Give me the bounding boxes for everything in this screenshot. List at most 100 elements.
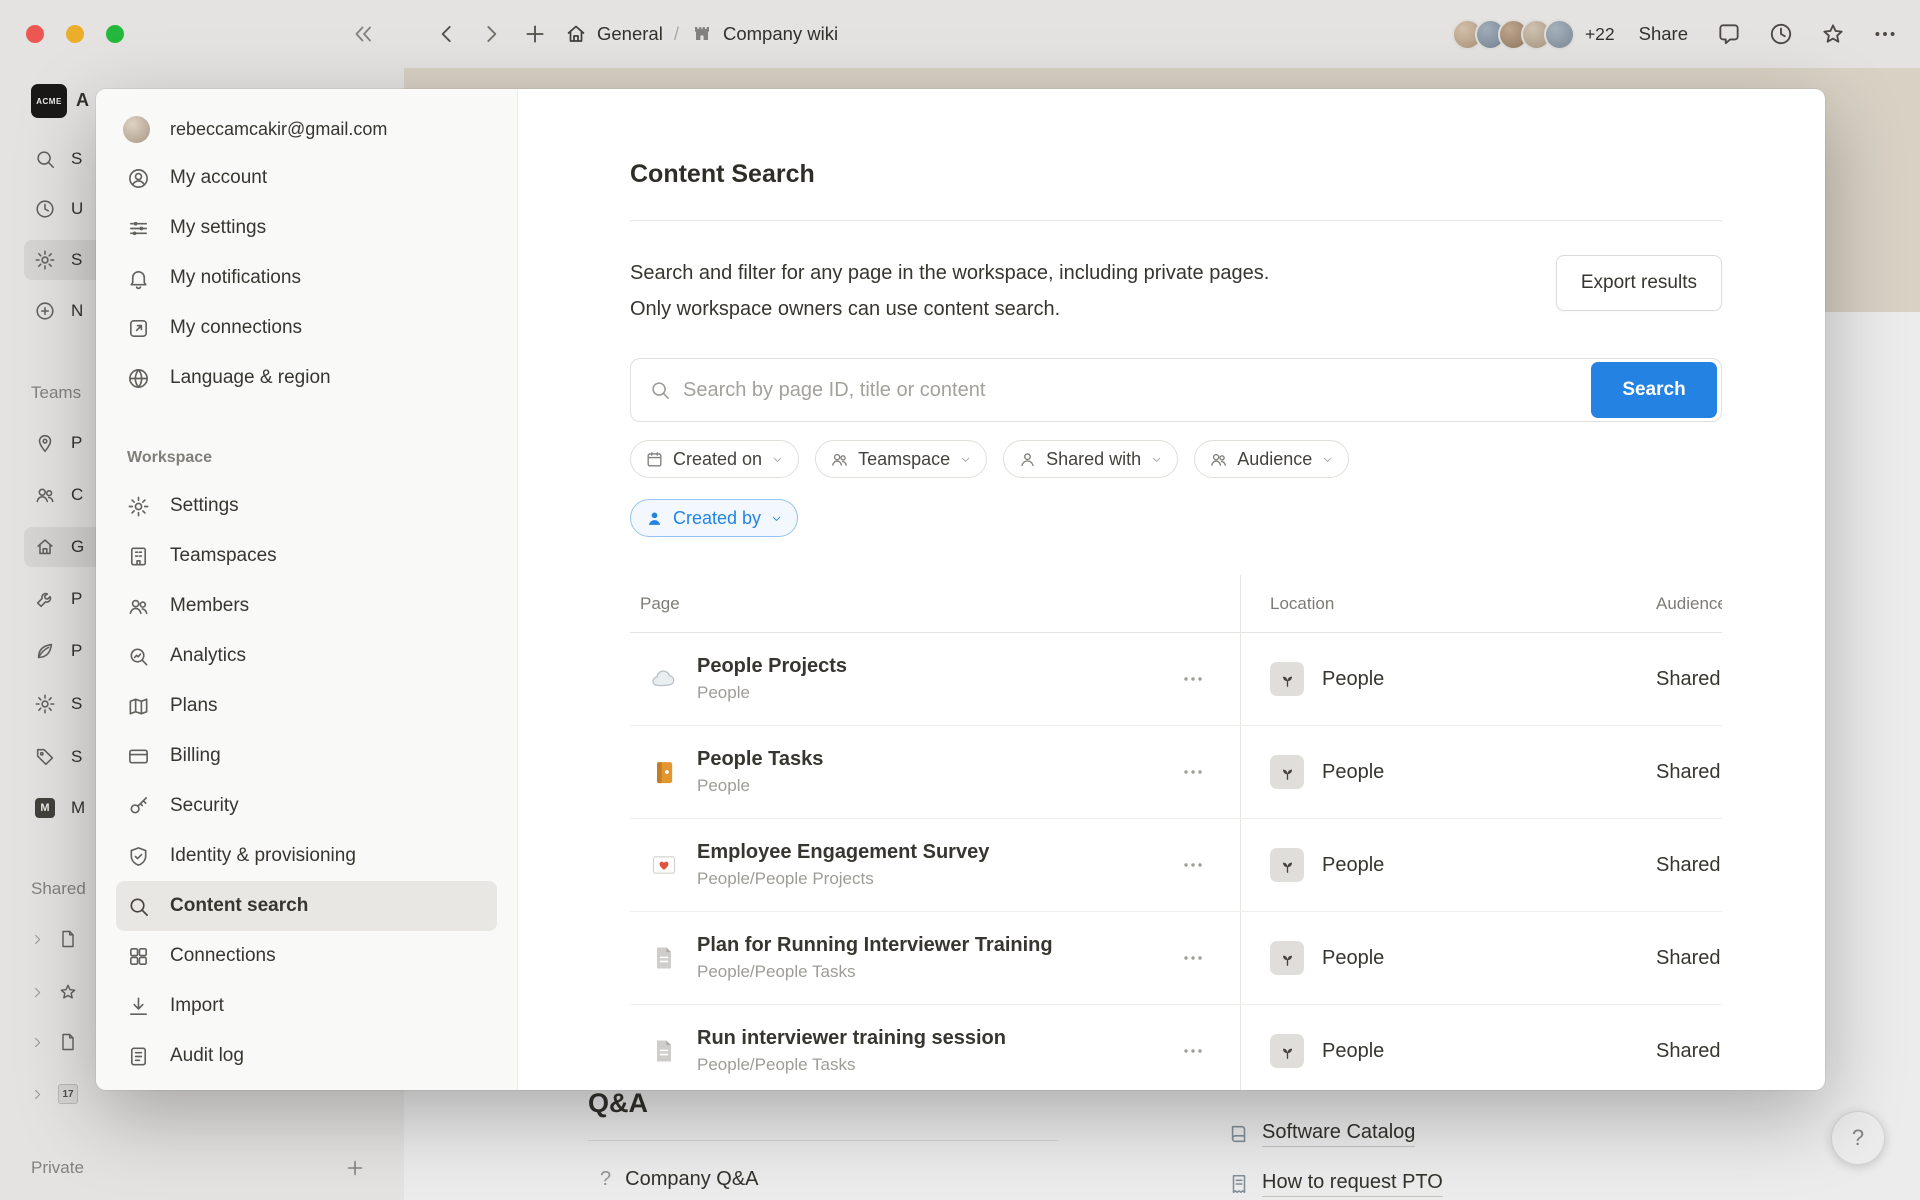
bell-icon [127, 267, 150, 290]
settings-item-settings[interactable]: Settings [116, 481, 497, 531]
settings-item-my-notifications[interactable]: My notifications [116, 253, 497, 303]
analytics-icon [127, 645, 150, 668]
orange-notebook-icon [650, 758, 678, 786]
sliders-icon [127, 217, 150, 240]
settings-item-identity-provisioning[interactable]: Identity & provisioning [116, 831, 497, 881]
page-title-cell: Employee Engagement Survey [697, 841, 989, 864]
document-icon [650, 1037, 678, 1065]
audience-cell: Shared [1656, 854, 1722, 877]
account-menu: My account My settings My notifications … [96, 153, 517, 403]
document-icon [650, 944, 678, 972]
settings-item-analytics[interactable]: Analytics [116, 631, 497, 681]
settings-modal: rebeccamcakir@gmail.com My account My se… [96, 89, 1825, 1090]
search-bar: Search [630, 358, 1722, 422]
row-menu-icon[interactable] [1178, 667, 1208, 691]
page-path: People/People Projects [697, 869, 989, 889]
building-icon [127, 545, 150, 568]
audience-cell: Shared [1656, 761, 1722, 784]
settings-item-teamspaces[interactable]: Teamspaces [116, 531, 497, 581]
row-menu-icon[interactable] [1178, 760, 1208, 784]
page-title-cell: Plan for Running Interviewer Training [697, 934, 1053, 957]
active-filter-row: Created by [630, 499, 1722, 537]
settings-item-my-account[interactable]: My account [116, 153, 497, 203]
row-menu-icon[interactable] [1178, 853, 1208, 877]
key-icon [127, 795, 150, 818]
globe-icon [127, 367, 150, 390]
search-input[interactable] [683, 359, 1591, 421]
panel-description: Search and filter for any page in the wo… [630, 255, 1269, 327]
account-email: rebeccamcakir@gmail.com [170, 119, 387, 140]
grid-icon [127, 945, 150, 968]
settings-item-security[interactable]: Security [116, 781, 497, 831]
filter-teamspace[interactable]: Teamspace [815, 440, 987, 478]
user-circle-icon [127, 167, 150, 190]
settings-item-plans[interactable]: Plans [116, 681, 497, 731]
search-button[interactable]: Search [1591, 362, 1717, 418]
table-row[interactable]: People Tasks People People Shared [630, 726, 1722, 819]
map-icon [127, 695, 150, 718]
page-title-cell: Run interviewer training session [697, 1027, 1006, 1050]
settings-sidebar: rebeccamcakir@gmail.com My account My se… [96, 89, 518, 1090]
settings-item-content-search[interactable]: Content search [116, 881, 497, 931]
shield-check-icon [127, 845, 150, 868]
location-cell: People [1322, 947, 1384, 970]
filter-shared-with[interactable]: Shared with [1003, 440, 1178, 478]
filter-created-by[interactable]: Created by [630, 499, 798, 537]
account-avatar [123, 116, 150, 143]
audience-cell: Shared [1656, 947, 1722, 970]
filter-row: Created on Teamspace Shared with Audienc… [630, 440, 1722, 478]
panel-title: Content Search [630, 159, 1722, 189]
table-row[interactable]: Run interviewer training session People/… [630, 1005, 1722, 1090]
table-row[interactable]: Employee Engagement Survey People/People… [630, 819, 1722, 912]
settings-item-my-connections[interactable]: My connections [116, 303, 497, 353]
settings-item-my-settings[interactable]: My settings [116, 203, 497, 253]
people-icon [1209, 450, 1228, 469]
workspace-menu: Settings Teamspaces Members Analytics Pl… [96, 481, 517, 1081]
settings-item-import[interactable]: Import [116, 981, 497, 1031]
page-path: People [697, 683, 847, 703]
audience-cell: Shared [1656, 668, 1722, 691]
settings-item-audit-log[interactable]: Audit log [116, 1031, 497, 1081]
export-results-button[interactable]: Export results [1556, 255, 1722, 311]
workspace-section-label: Workspace [96, 449, 517, 467]
settings-item-connections[interactable]: Connections [116, 931, 497, 981]
calendar-icon [645, 450, 664, 469]
content-search-panel: Content Search Search and filter for any… [518, 89, 1825, 1090]
gear-icon [127, 495, 150, 518]
row-menu-icon[interactable] [1178, 1039, 1208, 1063]
search-icon [127, 895, 150, 918]
person-icon [645, 509, 664, 528]
external-link-icon [127, 317, 150, 340]
download-icon [127, 995, 150, 1018]
filter-created-on[interactable]: Created on [630, 440, 799, 478]
location-cell: People [1322, 761, 1384, 784]
chevron-down-icon [959, 453, 972, 466]
table-row[interactable]: People Projects People People Shared [630, 633, 1722, 726]
column-header-audience: Audience [1656, 594, 1722, 614]
settings-item-language-region[interactable]: Language & region [116, 353, 497, 403]
credit-card-icon [127, 745, 150, 768]
divider [630, 220, 1722, 221]
page-title-cell: People Projects [697, 655, 847, 678]
filter-audience[interactable]: Audience [1194, 440, 1349, 478]
settings-item-billing[interactable]: Billing [116, 731, 497, 781]
settings-item-members[interactable]: Members [116, 581, 497, 631]
cloud-icon [650, 665, 678, 693]
teamspace-icon [1270, 755, 1304, 789]
results-table: Page Location Audience People Projects P… [630, 575, 1722, 1090]
search-icon [649, 379, 671, 401]
chevron-down-icon [771, 453, 784, 466]
table-row[interactable]: Plan for Running Interviewer Training Pe… [630, 912, 1722, 1005]
location-cell: People [1322, 854, 1384, 877]
account-header: rebeccamcakir@gmail.com [96, 115, 517, 143]
table-header: Page Location Audience [630, 575, 1722, 633]
location-cell: People [1322, 668, 1384, 691]
audience-cell: Shared [1656, 1040, 1722, 1063]
column-header-page: Page [630, 594, 680, 614]
location-cell: People [1322, 1040, 1384, 1063]
teamspace-icon [1270, 848, 1304, 882]
people-icon [830, 450, 849, 469]
screen: General / Company wiki +22 Share [0, 0, 1920, 1200]
person-icon [1018, 450, 1037, 469]
row-menu-icon[interactable] [1178, 946, 1208, 970]
